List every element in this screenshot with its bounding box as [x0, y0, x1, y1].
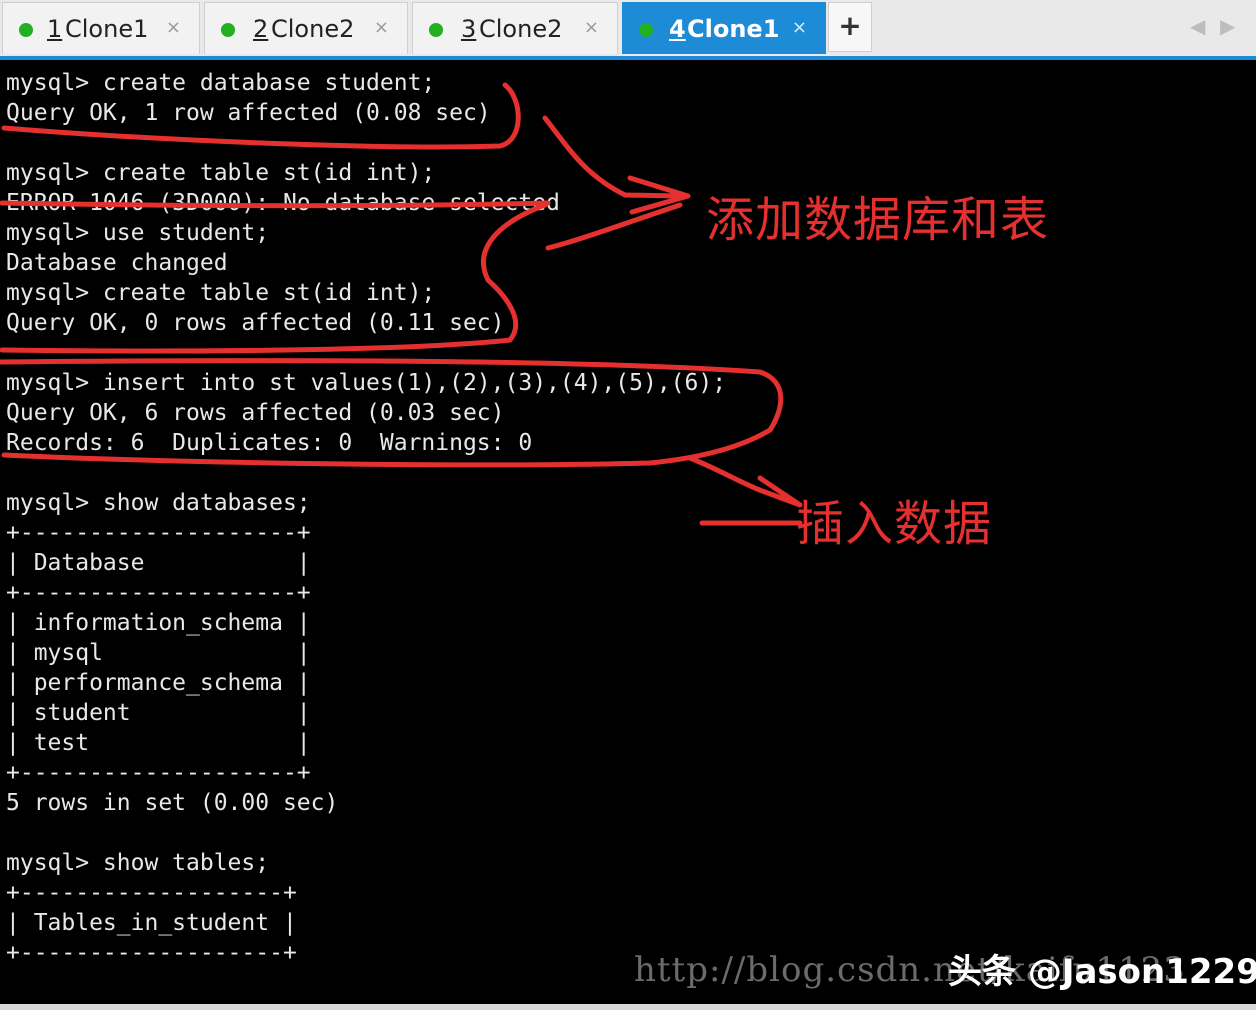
terminal-line: | Tables_in_student |: [6, 910, 297, 936]
tab-label: Clone1: [65, 15, 149, 43]
terminal-line: | information_schema |: [6, 610, 311, 636]
terminal-output[interactable]: mysql> create database student; Query OK,…: [0, 60, 1256, 1004]
close-icon[interactable]: ×: [792, 17, 807, 38]
terminal-line: +-------------------+: [6, 940, 297, 966]
add-tab-button[interactable]: +: [828, 2, 872, 52]
tab-number: 4: [669, 15, 686, 43]
terminal-line: Records: 6 Duplicates: 0 Warnings: 0: [6, 430, 533, 456]
terminal-line: 5 rows in set (0.00 sec): [6, 790, 339, 816]
terminal-line: Database changed: [6, 250, 228, 276]
terminal-line: mysql> show tables;: [6, 850, 270, 876]
terminal-line: +--------------------+: [6, 580, 311, 606]
status-dot-icon: [639, 23, 653, 37]
scroll-right-icon[interactable]: ▶: [1220, 14, 1235, 38]
close-icon[interactable]: ×: [166, 17, 181, 38]
status-bar: [0, 1004, 1256, 1010]
scroll-left-icon[interactable]: ◀: [1190, 14, 1205, 38]
status-dot-icon: [221, 23, 235, 37]
terminal-line: | student |: [6, 700, 311, 726]
terminal-line: mysql> use student;: [6, 220, 270, 246]
terminal-line: +-------------------+: [6, 880, 297, 906]
tab-number: 1: [47, 15, 63, 43]
close-icon[interactable]: ×: [374, 17, 389, 38]
tab-number: 2: [253, 15, 269, 43]
tab-label: Clone2: [479, 15, 563, 43]
tab-label: Clone1: [687, 15, 780, 43]
terminal-line: mysql> create database student;: [6, 70, 436, 96]
tab-label: Clone2: [271, 15, 355, 43]
tab-number: 3: [461, 15, 477, 43]
terminal-line: mysql> create table st(id int);: [6, 160, 436, 186]
status-dot-icon: [19, 23, 33, 37]
terminal-line: +--------------------+: [6, 520, 311, 546]
terminal-line: mysql> insert into st values(1),(2),(3),…: [6, 370, 727, 396]
tab-clone2[interactable]: 2 Clone2 ×: [204, 2, 408, 54]
tab-clone1[interactable]: 1 Clone1 ×: [2, 2, 200, 54]
terminal-line: | Database |: [6, 550, 311, 576]
status-dot-icon: [429, 23, 443, 37]
tab-clone1-active[interactable]: 4 Clone1 ×: [622, 2, 826, 54]
terminal-line: Query OK, 0 rows affected (0.11 sec): [6, 310, 505, 336]
terminal-line: Query OK, 1 row affected (0.08 sec): [6, 100, 491, 126]
terminal-line: | mysql |: [6, 640, 311, 666]
terminal-line: mysql> show databases;: [6, 490, 311, 516]
terminal-line: ERROR 1046 (3D000): No database selected: [6, 190, 560, 216]
terminal-line: +--------------------+: [6, 760, 311, 786]
close-icon[interactable]: ×: [584, 17, 599, 38]
terminal-line: | test |: [6, 730, 311, 756]
tab-clone2-second[interactable]: 3 Clone2 ×: [412, 2, 618, 54]
watermark-brand: 头条 @Jason1229: [948, 952, 1256, 992]
terminal-line: Query OK, 6 rows affected (0.03 sec): [6, 400, 505, 426]
terminal-line: mysql> create table st(id int);: [6, 280, 436, 306]
terminal-line: | performance_schema |: [6, 670, 311, 696]
tab-bar: 1 Clone1 × 2 Clone2 × 3 Clone2 × 4 Clone…: [0, 0, 1256, 60]
